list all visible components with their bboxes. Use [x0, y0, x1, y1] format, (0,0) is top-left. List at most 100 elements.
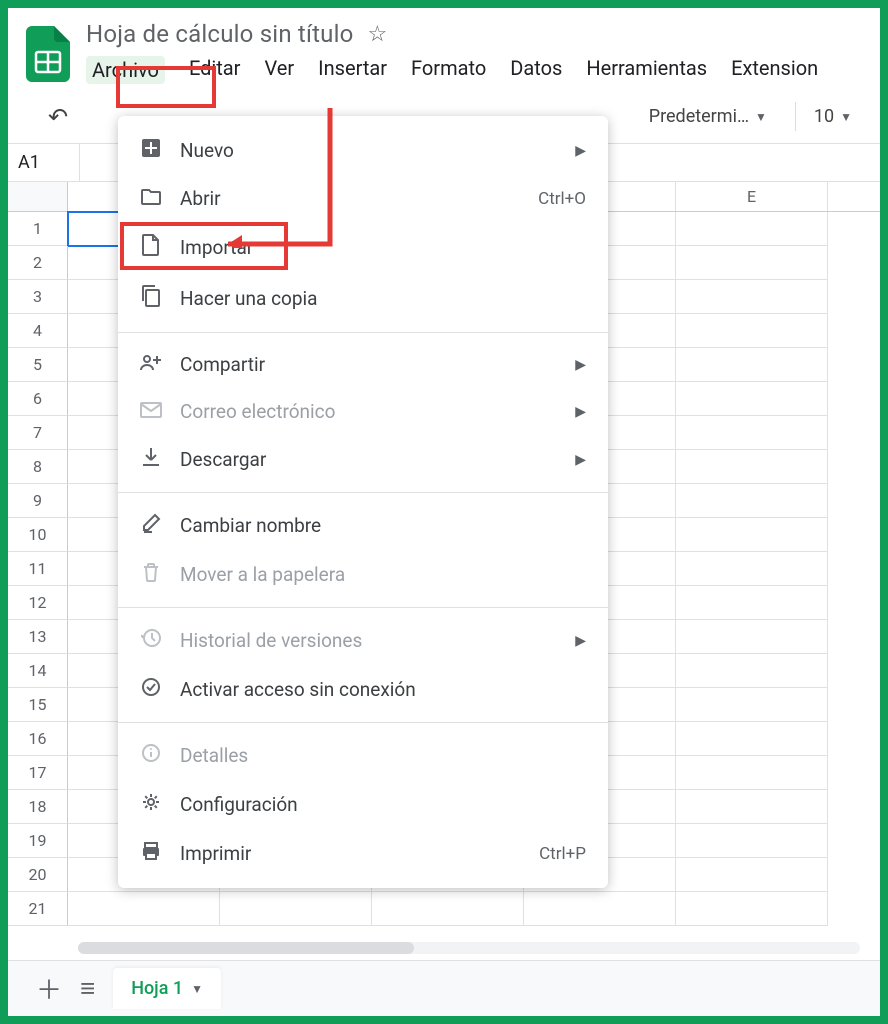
cell[interactable] — [676, 246, 828, 280]
submenu-arrow-icon: ▶ — [575, 143, 586, 159]
cell[interactable] — [676, 484, 828, 518]
horizontal-scrollbar[interactable] — [78, 942, 860, 954]
row-header[interactable]: 7 — [8, 416, 68, 450]
cell[interactable] — [676, 280, 828, 314]
menu-item-share[interactable]: Compartir ▶ — [118, 341, 608, 388]
font-size-label: 10 — [814, 106, 834, 127]
menu-label: Hacer una copia — [180, 287, 586, 310]
menu-item-import[interactable]: Importar — [118, 222, 608, 273]
menu-item-copy[interactable]: Hacer una copia — [118, 273, 608, 324]
cell[interactable] — [676, 858, 828, 892]
document-title[interactable]: Hoja de cálculo sin título — [86, 20, 354, 48]
cell[interactable] — [676, 348, 828, 382]
cell[interactable] — [676, 382, 828, 416]
menu-label: Detalles — [180, 744, 586, 767]
sheet-bar: ＋ ≡ Hoja 1 ▼ — [8, 960, 880, 1016]
menu-herramientas[interactable]: Herramientas — [586, 56, 707, 84]
cell[interactable] — [676, 892, 828, 926]
row-header[interactable]: 8 — [8, 450, 68, 484]
row-header[interactable]: 4 — [8, 314, 68, 348]
menu-item-rename[interactable]: Cambiar nombre — [118, 501, 608, 550]
menu-item-print[interactable]: Imprimir Ctrl+P — [118, 829, 608, 878]
menu-separator — [118, 492, 608, 493]
name-box[interactable]: A1 — [8, 144, 80, 181]
cell[interactable] — [676, 790, 828, 824]
menu-datos[interactable]: Datos — [510, 56, 562, 84]
email-icon — [140, 400, 162, 423]
menu-label: Importar — [180, 236, 586, 259]
cell[interactable] — [676, 620, 828, 654]
cell[interactable] — [676, 450, 828, 484]
menu-formato[interactable]: Formato — [411, 56, 486, 84]
row-header[interactable]: 20 — [8, 858, 68, 892]
row-header[interactable]: 15 — [8, 688, 68, 722]
column-header[interactable]: E — [676, 182, 828, 211]
document-icon — [140, 234, 162, 261]
star-icon[interactable]: ☆ — [368, 22, 388, 47]
row-header[interactable]: 11 — [8, 552, 68, 586]
menu-label: Nuevo — [180, 139, 557, 162]
menu-item-open[interactable]: Abrir Ctrl+O — [118, 175, 608, 222]
cell[interactable] — [676, 586, 828, 620]
menu-label: Mover a la papelera — [180, 563, 586, 586]
menu-editar[interactable]: Editar — [189, 56, 241, 84]
menu-shortcut: Ctrl+P — [539, 844, 586, 864]
menu-item-offline[interactable]: Activar acceso sin conexión — [118, 665, 608, 714]
menu-item-download[interactable]: Descargar ▶ — [118, 435, 608, 484]
font-family-select[interactable]: Predetermi… ▼ — [641, 102, 775, 131]
menu-separator — [118, 332, 608, 333]
menu-archivo[interactable]: Archivo — [86, 56, 165, 84]
cell[interactable] — [676, 212, 828, 246]
cell[interactable] — [676, 314, 828, 348]
submenu-arrow-icon: ▶ — [575, 404, 586, 420]
select-all-corner[interactable] — [8, 182, 68, 211]
menu-item-history: Historial de versiones ▶ — [118, 616, 608, 665]
row-header[interactable]: 9 — [8, 484, 68, 518]
folder-icon — [140, 187, 162, 210]
all-sheets-button[interactable]: ≡ — [80, 973, 95, 1004]
row-header[interactable]: 10 — [8, 518, 68, 552]
cell[interactable] — [676, 688, 828, 722]
row-header[interactable]: 2 — [8, 246, 68, 280]
row-header[interactable]: 16 — [8, 722, 68, 756]
font-size-select[interactable]: 10 ▼ — [795, 102, 860, 131]
cell[interactable] — [524, 892, 676, 926]
cell[interactable] — [676, 756, 828, 790]
cell[interactable] — [676, 416, 828, 450]
row-header[interactable]: 21 — [8, 892, 68, 926]
cell[interactable] — [372, 892, 524, 926]
offline-icon — [140, 677, 162, 702]
row-header[interactable]: 18 — [8, 790, 68, 824]
cell[interactable] — [676, 552, 828, 586]
cell[interactable] — [676, 654, 828, 688]
sheets-logo-icon — [26, 26, 70, 82]
row-header[interactable]: 17 — [8, 756, 68, 790]
row-header[interactable]: 13 — [8, 620, 68, 654]
menu-separator — [118, 722, 608, 723]
add-sheet-button[interactable]: ＋ — [36, 970, 62, 1007]
cell[interactable] — [676, 722, 828, 756]
menu-item-new[interactable]: Nuevo ▶ — [118, 126, 608, 175]
submenu-arrow-icon: ▶ — [575, 633, 586, 649]
menu-insertar[interactable]: Insertar — [318, 56, 387, 84]
row-header[interactable]: 6 — [8, 382, 68, 416]
row-header[interactable]: 1 — [8, 212, 68, 246]
cell[interactable] — [68, 892, 220, 926]
row-header[interactable]: 5 — [8, 348, 68, 382]
menu-item-email: Correo electrónico ▶ — [118, 388, 608, 435]
undo-icon[interactable]: ↶ — [48, 103, 68, 131]
row-header[interactable]: 14 — [8, 654, 68, 688]
row-header[interactable]: 19 — [8, 824, 68, 858]
cell[interactable] — [676, 518, 828, 552]
cell[interactable] — [220, 892, 372, 926]
menu-ver[interactable]: Ver — [264, 56, 294, 84]
chevron-down-icon: ▼ — [755, 110, 767, 124]
menu-extensiones[interactable]: Extension — [731, 56, 818, 84]
row-header[interactable]: 12 — [8, 586, 68, 620]
sheet-tab-active[interactable]: Hoja 1 ▼ — [113, 968, 221, 1009]
cell[interactable] — [676, 824, 828, 858]
menu-item-settings[interactable]: Configuración — [118, 780, 608, 829]
table-row: 21 — [8, 892, 880, 926]
menu-label: Abrir — [180, 187, 520, 210]
row-header[interactable]: 3 — [8, 280, 68, 314]
